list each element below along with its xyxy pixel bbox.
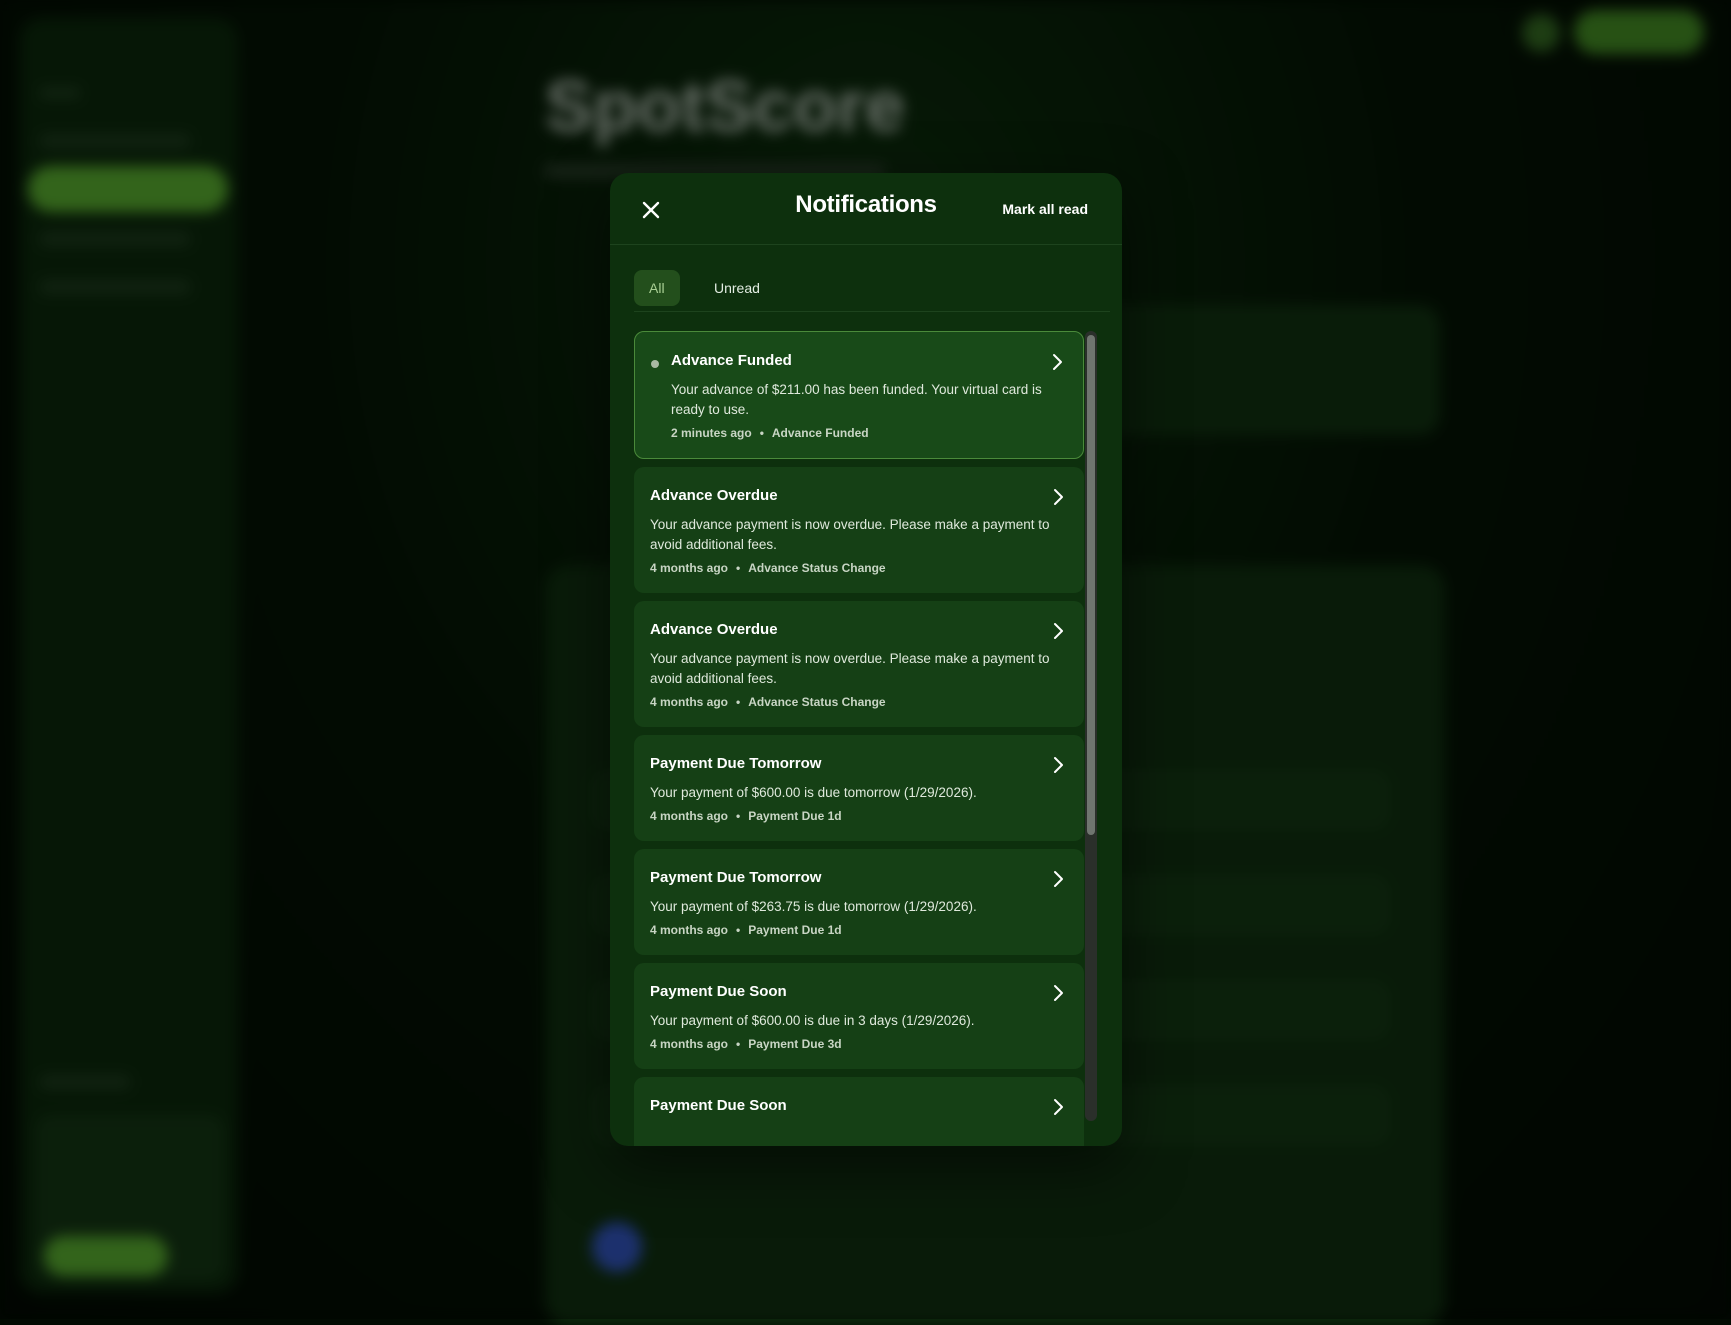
notification-body: Your payment of $263.75 is due tomorrow … [650, 899, 977, 914]
notifications-modal: Notifications Mark all read All Unread A… [610, 173, 1122, 1146]
notification-item[interactable]: Payment Due Soon Your payment of $600.00… [634, 963, 1084, 1069]
notification-list[interactable]: Advance Funded Your advance of $211.00 h… [634, 331, 1110, 1146]
chevron-right-icon [1054, 1099, 1063, 1115]
chevron-right-icon [1054, 623, 1063, 639]
notification-time: 4 months ago [650, 561, 729, 575]
notification-category: Payment Due 3d [748, 1037, 842, 1051]
notification-body: Your advance payment is now overdue. Ple… [650, 517, 1050, 552]
modal-header: Notifications Mark all read [610, 173, 1122, 245]
meta-separator: • [736, 561, 741, 575]
meta-separator: • [736, 695, 741, 709]
notification-item[interactable]: Payment Due Tomorrow Your payment of $26… [634, 849, 1084, 955]
notification-tabs: All Unread [634, 270, 1110, 312]
chevron-right-icon [1054, 757, 1063, 773]
notification-meta: 4 months ago • Payment Due 3d [650, 1037, 842, 1051]
notification-category: Advance Funded [771, 426, 869, 440]
chevron-right-icon [1054, 871, 1063, 887]
notification-meta: 2 minutes ago • Advance Funded [671, 426, 869, 440]
notification-title: Advance Overdue [650, 487, 778, 504]
notification-item[interactable]: Advance Overdue Your advance payment is … [634, 467, 1084, 593]
tab-all[interactable]: All [634, 270, 680, 306]
notification-item[interactable]: Advance Funded Your advance of $211.00 h… [634, 331, 1084, 459]
notification-time: 2 minutes ago [671, 426, 752, 440]
notification-body: Your payment of $600.00 is due tomorrow … [650, 785, 977, 800]
meta-separator: • [736, 923, 741, 937]
unread-dot [651, 360, 659, 368]
notification-body: Your advance of $211.00 has been funded.… [671, 382, 1042, 417]
meta-separator: • [736, 1037, 741, 1051]
notification-time: 4 months ago [650, 695, 729, 709]
notification-time: 4 months ago [650, 923, 729, 937]
scrollbar-thumb[interactable] [1087, 335, 1095, 835]
notification-category: Payment Due 1d [748, 923, 842, 937]
notification-meta: 4 months ago • Advance Status Change [650, 695, 886, 709]
notification-item[interactable]: Payment Due Tomorrow Your payment of $60… [634, 735, 1084, 841]
chevron-right-icon [1054, 985, 1063, 1001]
notification-title: Payment Due Soon [650, 983, 787, 1000]
tab-unread[interactable]: Unread [698, 270, 776, 306]
notification-body: Your advance payment is now overdue. Ple… [650, 651, 1050, 686]
notification-category: Payment Due 1d [748, 809, 842, 823]
chevron-right-icon [1053, 354, 1062, 370]
mark-all-read-button[interactable]: Mark all read [1002, 201, 1088, 217]
notification-meta: 4 months ago • Advance Status Change [650, 561, 886, 575]
notification-item[interactable]: Advance Overdue Your advance payment is … [634, 601, 1084, 727]
notification-category: Advance Status Change [748, 695, 886, 709]
chevron-right-icon [1054, 489, 1063, 505]
notification-title: Payment Due Tomorrow [650, 869, 822, 886]
notification-item[interactable]: Payment Due Soon [634, 1077, 1084, 1146]
notification-time: 4 months ago [650, 1037, 729, 1051]
meta-separator: • [736, 809, 741, 823]
notification-body: Your payment of $600.00 is due in 3 days… [650, 1013, 975, 1028]
notification-title: Advance Overdue [650, 621, 778, 638]
notification-meta: 4 months ago • Payment Due 1d [650, 923, 842, 937]
notification-time: 4 months ago [650, 809, 729, 823]
notification-title: Payment Due Soon [650, 1097, 787, 1114]
notification-list-scrollbar[interactable] [1085, 331, 1097, 1121]
notification-title: Payment Due Tomorrow [650, 755, 822, 772]
notification-title: Advance Funded [671, 352, 792, 369]
notification-category: Advance Status Change [748, 561, 886, 575]
notification-meta: 4 months ago • Payment Due 1d [650, 809, 842, 823]
meta-separator: • [759, 426, 764, 440]
